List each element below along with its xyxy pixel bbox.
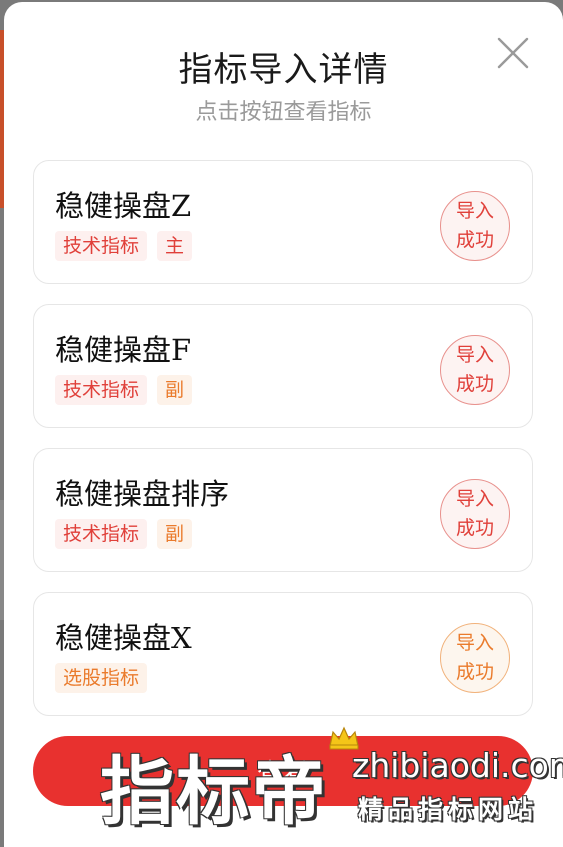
status-text-line2: 成功: [455, 517, 494, 539]
indicator-tags: 技术指标 副: [55, 519, 193, 549]
modal-title: 指标导入详情: [178, 50, 389, 90]
status-text-line2: 成功: [455, 661, 494, 683]
indicator-card[interactable]: 稳健操盘Z 技术指标 主 导入 成功: [33, 160, 533, 284]
indicator-tags: 选股指标: [55, 663, 148, 693]
indicator-position-tag: 副: [157, 375, 193, 405]
indicator-position-tag: 副: [157, 519, 193, 549]
status-text-line2: 成功: [455, 373, 494, 395]
indicator-tags: 技术指标 副: [55, 375, 193, 405]
indicator-position-tag: 主: [157, 231, 193, 261]
indicator-card[interactable]: 稳健操盘排序 技术指标 副 导入 成功: [33, 448, 533, 572]
status-text-line2: 成功: [455, 229, 494, 251]
indicator-type-tag: 技术指标: [55, 231, 148, 261]
status-text-line1: 导入: [455, 488, 494, 510]
status-text-line1: 导入: [455, 344, 494, 366]
view-indicators-button[interactable]: 查看: [33, 736, 533, 806]
import-status-stamp: 导入 成功: [440, 191, 510, 261]
indicator-type-tag: 技术指标: [55, 375, 148, 405]
status-text-line1: 导入: [455, 632, 494, 654]
indicator-name: 稳健操盘F: [55, 333, 192, 367]
import-status-stamp: 导入 成功: [440, 479, 510, 549]
indicator-card[interactable]: 稳健操盘F 技术指标 副 导入 成功: [33, 304, 533, 428]
indicator-name: 稳健操盘排序: [55, 477, 230, 511]
close-button[interactable]: [494, 34, 532, 72]
indicator-card[interactable]: 稳健操盘X 选股指标 导入 成功: [33, 592, 533, 716]
import-status-stamp: 导入 成功: [440, 623, 510, 693]
indicator-type-tag: 技术指标: [55, 519, 148, 549]
indicator-type-tag: 选股指标: [55, 663, 148, 693]
view-button-label: 查看: [256, 758, 309, 789]
indicator-tags: 技术指标 主: [55, 231, 193, 261]
status-text-line1: 导入: [455, 200, 494, 222]
import-status-stamp: 导入 成功: [440, 335, 510, 405]
close-icon: [497, 37, 529, 69]
indicator-name: 稳健操盘X: [55, 621, 192, 655]
indicator-name: 稳健操盘Z: [55, 189, 192, 223]
modal-subtitle: 点击按钮查看指标: [195, 100, 372, 125]
import-details-modal: 指标导入详情 点击按钮查看指标 稳健操盘Z 技术指标 主 导入 成功 稳健操盘F…: [4, 2, 563, 847]
